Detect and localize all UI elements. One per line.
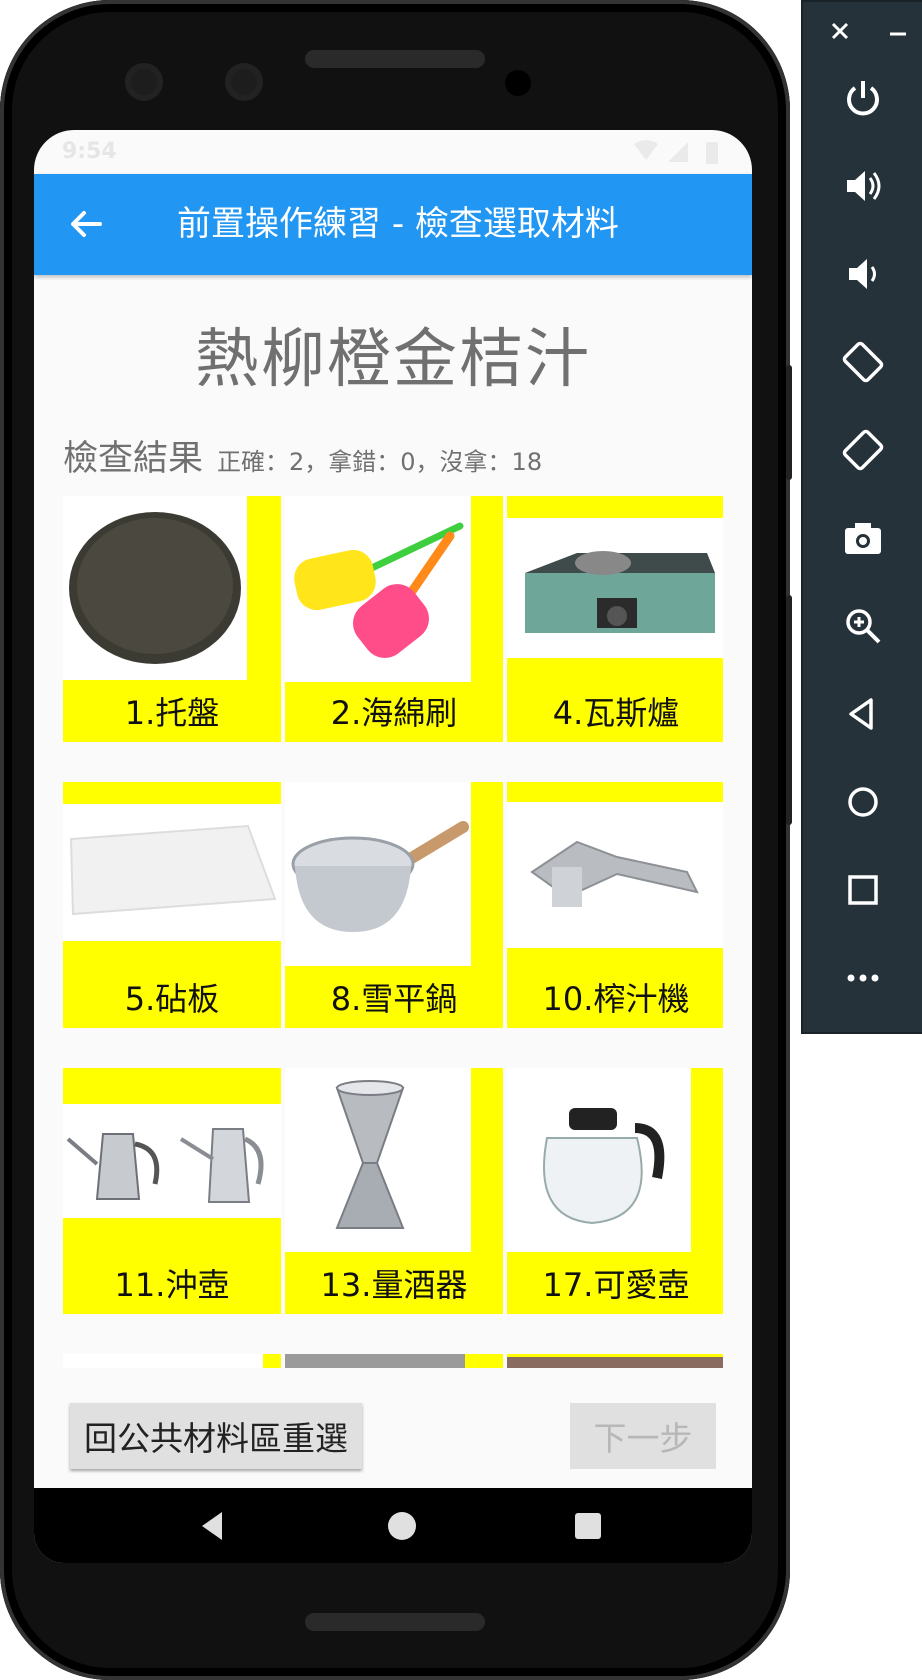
material-card-coffee-pot[interactable]: 17.可愛壺 [507,1068,723,1314]
tray-image [63,496,247,680]
volume-side-button [786,595,792,825]
partial-image [63,1354,263,1368]
volume-down-icon[interactable] [833,244,893,304]
zoom-icon[interactable] [833,596,893,656]
coffee-pot-image [507,1068,691,1252]
material-label: 2.海綿刷 [330,694,458,732]
material-card-tray[interactable]: 1.托盤 [63,496,281,742]
phone-screen: 9:54 前置操作練習 - 檢查選取材料 熱柳橙金桔汁 檢查結果 正確：2，拿錯… [34,130,752,1563]
juicer-image [507,802,723,948]
material-card-partial[interactable] [63,1354,281,1368]
material-label: 11.沖壺 [114,1266,230,1304]
app-bar: 前置操作練習 - 檢查選取材料 [34,174,752,275]
nav-home-icon[interactable] [382,1506,422,1550]
material-grid: 1.托盤 2.海綿刷 4.瓦斯爐 5.砧板 8.雪平鍋 10.榨汁機 11.沖壺… [63,496,723,1368]
home-icon[interactable] [833,772,893,832]
rotate-left-icon[interactable] [833,332,893,392]
kettle-image [63,1104,281,1218]
dish-title: 熱柳橙金桔汁 [195,323,591,397]
minimize-icon[interactable] [881,14,915,52]
material-label: 5.砧板 [124,980,220,1018]
material-label: 8.雪平鍋 [330,980,458,1018]
material-card-sponge-brush[interactable]: 2.海綿刷 [285,496,503,742]
signal-icon [668,142,688,162]
front-camera-left [125,63,163,101]
status-bar: 9:54 [34,130,752,174]
check-result-detail: 正確：2，拿錯：0，沒拿：18 [217,448,543,476]
wifi-icon [634,140,658,160]
android-nav-bar [34,1488,752,1563]
close-icon[interactable] [823,14,857,52]
rotate-right-icon[interactable] [833,420,893,480]
saucepan-image [285,782,471,966]
check-result-label: 檢查結果 [63,439,204,479]
material-card-juicer[interactable]: 10.榨汁機 [507,782,723,1028]
check-result: 檢查結果 正確：2，拿錯：0，沒拿：18 [63,430,542,481]
reselect-button[interactable]: 回公共材料區重選 [70,1403,362,1469]
material-label: 10.榨汁機 [542,980,690,1018]
sponge-brush-image [285,496,471,682]
power-icon[interactable] [833,68,893,128]
jigger-image [285,1068,471,1252]
phone-frame: 9:54 前置操作練習 - 檢查選取材料 熱柳橙金桔汁 檢查結果 正確：2，拿錯… [0,0,792,1680]
top-speaker [305,50,485,68]
next-button: 下一步 [570,1403,716,1469]
emulator-control-panel [801,0,922,1034]
gas-stove-image [507,518,723,658]
material-label: 1.托盤 [124,694,220,732]
material-card-partial[interactable] [507,1354,723,1368]
material-label: 13.量酒器 [320,1266,468,1304]
nav-overview-icon[interactable] [568,1506,608,1550]
nav-back-icon[interactable] [194,1506,234,1550]
emulator-window-controls [803,12,922,52]
material-card-kettle[interactable]: 11.沖壺 [63,1068,281,1314]
battery-icon [706,142,718,164]
material-label: 4.瓦斯爐 [552,694,680,732]
partial-image [507,1357,723,1368]
camera-icon[interactable] [833,508,893,568]
material-card-jigger[interactable]: 13.量酒器 [285,1068,503,1314]
app-bar-title: 前置操作練習 - 檢查選取材料 [177,204,619,244]
power-side-button [786,365,792,480]
more-icon[interactable] [833,948,893,1008]
partial-image [285,1354,465,1368]
material-card-gas-stove[interactable]: 4.瓦斯爐 [507,496,723,742]
bottom-speaker [305,1613,485,1631]
proximity-sensor [505,70,531,96]
bottom-action-bar: 回公共材料區重選 下一步 [34,1368,752,1488]
front-camera-right [225,63,263,101]
material-card-cutting-board[interactable]: 5.砧板 [63,782,281,1028]
overview-icon[interactable] [833,860,893,920]
status-time: 9:54 [62,139,117,164]
material-label: 17.可愛壺 [542,1266,690,1304]
volume-up-icon[interactable] [833,156,893,216]
material-card-partial[interactable] [285,1354,503,1368]
back-icon[interactable] [833,684,893,744]
cutting-board-image [63,804,281,941]
material-card-saucepan[interactable]: 8.雪平鍋 [285,782,503,1028]
